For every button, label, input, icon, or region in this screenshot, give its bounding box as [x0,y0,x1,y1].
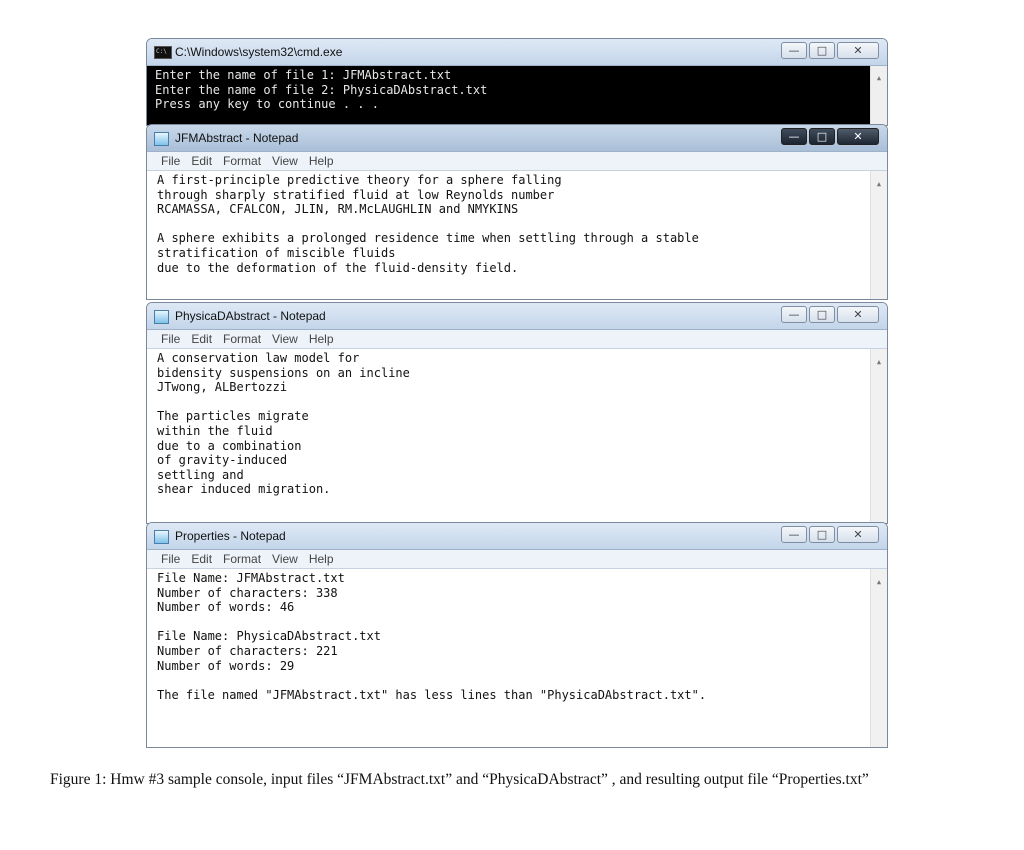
text-line [157,673,887,688]
physica-scrollbar[interactable]: ▲ [870,349,887,523]
cmd-titlebar[interactable]: C:\Windows\system32\cmd.exe — □ ✕ [147,39,887,66]
close-button[interactable]: ✕ [837,306,879,323]
text-line: RCAMASSA, CFALCON, JLIN, RM.McLAUGHLIN a… [157,202,519,217]
text-line: of gravity-induced [157,453,288,468]
text-line: within the fluid [157,423,273,438]
cmd-window-controls: — □ ✕ [781,42,879,59]
jfm-title: JFMAbstract - Notepad [175,131,299,145]
menu-file[interactable]: File [161,552,180,566]
menu-file[interactable]: File [161,154,180,168]
maximize-button[interactable]: □ [809,128,835,145]
properties-titlebar[interactable]: Properties - Notepad — □ ✕ [147,523,887,550]
console-scrollbar[interactable]: ▲ [870,66,887,125]
text-line: Number of characters: 338 [157,585,338,600]
close-button[interactable]: ✕ [837,128,879,145]
text-line [157,395,887,410]
properties-title: Properties - Notepad [175,529,286,543]
text-line: through sharply stratified fluid at low … [157,187,555,202]
properties-window-controls: — □ ✕ [781,526,879,543]
menu-file[interactable]: File [161,332,180,346]
text-line: stratification of miscible fluids [157,245,396,260]
text-line: Number of words: 29 [157,658,295,673]
text-line: due to a combination [157,438,302,453]
scroll-up-arrow-icon[interactable]: ▲ [871,355,887,370]
text-line: Number of words: 46 [157,600,295,615]
minimize-button[interactable]: — [781,306,807,323]
console-line: Enter the name of file 2: PhysicaDAbstra… [155,82,488,97]
menu-edit[interactable]: Edit [191,332,212,346]
text-line: due to the deformation of the fluid-dens… [157,260,519,275]
text-line [157,615,887,630]
notepad-icon [154,310,169,324]
jfm-menubar: File Edit Format View Help [147,152,887,171]
menu-help[interactable]: Help [309,332,334,346]
text-line: The particles migrate [157,409,309,424]
console-output[interactable]: Enter the name of file 1: JFMAbstract.tx… [147,66,887,125]
notepad-icon [154,530,169,544]
jfm-notepad-window: JFMAbstract - Notepad — □ ✕ File Edit Fo… [146,124,888,300]
physica-text-area[interactable]: A conservation law model for bidensity s… [147,349,887,523]
properties-text-area[interactable]: File Name: JFMAbstract.txt Number of cha… [147,569,887,747]
menu-edit[interactable]: Edit [191,154,212,168]
text-line: The file named "JFMAbstract.txt" has les… [157,687,707,702]
jfm-titlebar[interactable]: JFMAbstract - Notepad — □ ✕ [147,125,887,152]
menu-help[interactable]: Help [309,552,334,566]
menu-view[interactable]: View [272,332,298,346]
notepad-icon [154,132,169,146]
text-line: File Name: PhysicaDAbstract.txt [157,629,381,644]
text-line: A sphere exhibits a prolonged residence … [157,231,699,246]
figure-caption: Figure 1: Hmw #3 sample console, input f… [50,771,869,788]
physica-menubar: File Edit Format View Help [147,330,887,349]
jfm-window-controls: — □ ✕ [781,128,879,145]
menu-format[interactable]: Format [223,154,261,168]
properties-notepad-window: Properties - Notepad — □ ✕ File Edit For… [146,522,888,748]
text-line: shear induced migration. [157,482,331,497]
menu-view[interactable]: View [272,552,298,566]
text-line: File Name: JFMAbstract.txt [157,571,345,585]
scroll-up-arrow-icon[interactable]: ▲ [871,177,887,192]
menu-help[interactable]: Help [309,154,334,168]
minimize-button[interactable]: — [781,526,807,543]
jfm-scrollbar[interactable]: ▲ [870,171,887,299]
text-line [157,217,887,232]
scroll-up-arrow-icon[interactable]: ▲ [871,72,887,85]
menu-edit[interactable]: Edit [191,552,212,566]
physica-titlebar[interactable]: PhysicaDAbstract - Notepad — □ ✕ [147,303,887,330]
close-button[interactable]: ✕ [837,526,879,543]
menu-view[interactable]: View [272,154,298,168]
minimize-button[interactable]: — [781,128,807,145]
cmd-window: C:\Windows\system32\cmd.exe — □ ✕ Enter … [146,38,888,126]
text-line: bidensity suspensions on an incline [157,365,410,380]
menu-format[interactable]: Format [223,552,261,566]
properties-menubar: File Edit Format View Help [147,550,887,569]
cmd-icon [154,46,172,59]
physica-title: PhysicaDAbstract - Notepad [175,309,326,323]
text-line: A conservation law model for [157,351,360,365]
console-line: Enter the name of file 1: JFMAbstract.tx… [155,68,452,82]
close-button[interactable]: ✕ [837,42,879,59]
maximize-button[interactable]: □ [809,42,835,59]
maximize-button[interactable]: □ [809,526,835,543]
physica-window-controls: — □ ✕ [781,306,879,323]
text-line: settling and [157,467,244,482]
console-line: Press any key to continue . . . [155,97,379,112]
text-line: A first-principle predictive theory for … [157,173,562,187]
maximize-button[interactable]: □ [809,306,835,323]
menu-format[interactable]: Format [223,332,261,346]
physica-notepad-window: PhysicaDAbstract - Notepad — □ ✕ File Ed… [146,302,888,524]
jfm-text-area[interactable]: A first-principle predictive theory for … [147,171,887,299]
minimize-button[interactable]: — [781,42,807,59]
text-line: JTwong, ALBertozzi [157,380,288,395]
scroll-up-arrow-icon[interactable]: ▲ [871,575,887,590]
cmd-title: C:\Windows\system32\cmd.exe [175,45,343,59]
properties-scrollbar[interactable]: ▲ [870,569,887,747]
text-line: Number of characters: 221 [157,643,338,658]
